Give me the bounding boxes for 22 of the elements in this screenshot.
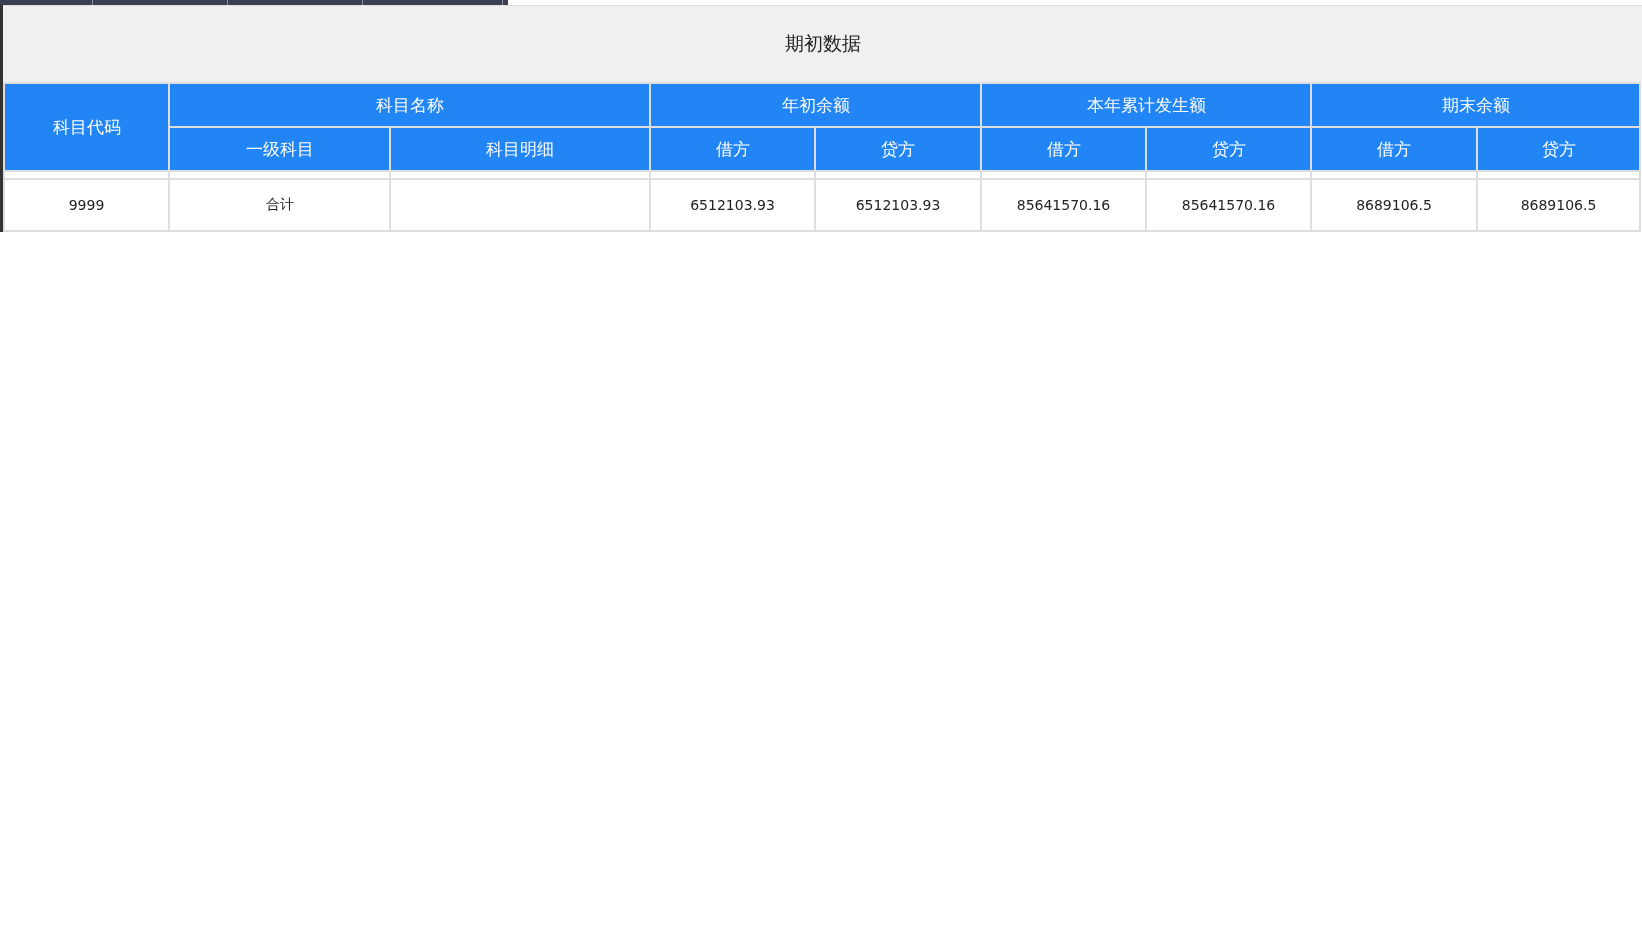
table-cell: 合计 <box>169 179 390 231</box>
table-title: 期初数据 <box>3 5 1642 82</box>
column-header: 科目名称 <box>169 83 650 127</box>
table-cell: 6512103.93 <box>650 179 815 231</box>
column-header: 贷方 <box>1477 127 1640 171</box>
column-header: 科目代码 <box>4 83 169 171</box>
column-header: 年初余额 <box>650 83 981 127</box>
table-cell: 85641570.16 <box>981 179 1146 231</box>
column-header: 贷方 <box>1146 127 1311 171</box>
table-cell: 85641570.16 <box>1146 179 1311 231</box>
column-header: 期末余额 <box>1311 83 1640 127</box>
table-cell: 8689106.5 <box>1311 179 1477 231</box>
column-header: 本年累计发生额 <box>981 83 1311 127</box>
column-header: 贷方 <box>815 127 981 171</box>
column-header: 借方 <box>981 127 1146 171</box>
column-header: 一级科目 <box>169 127 390 171</box>
column-header: 借方 <box>650 127 815 171</box>
table-cell: 6512103.93 <box>815 179 981 231</box>
column-header: 借方 <box>1311 127 1477 171</box>
table-cell: 8689106.5 <box>1477 179 1640 231</box>
table-cell: 9999 <box>4 179 169 231</box>
column-header: 科目明细 <box>390 127 650 171</box>
